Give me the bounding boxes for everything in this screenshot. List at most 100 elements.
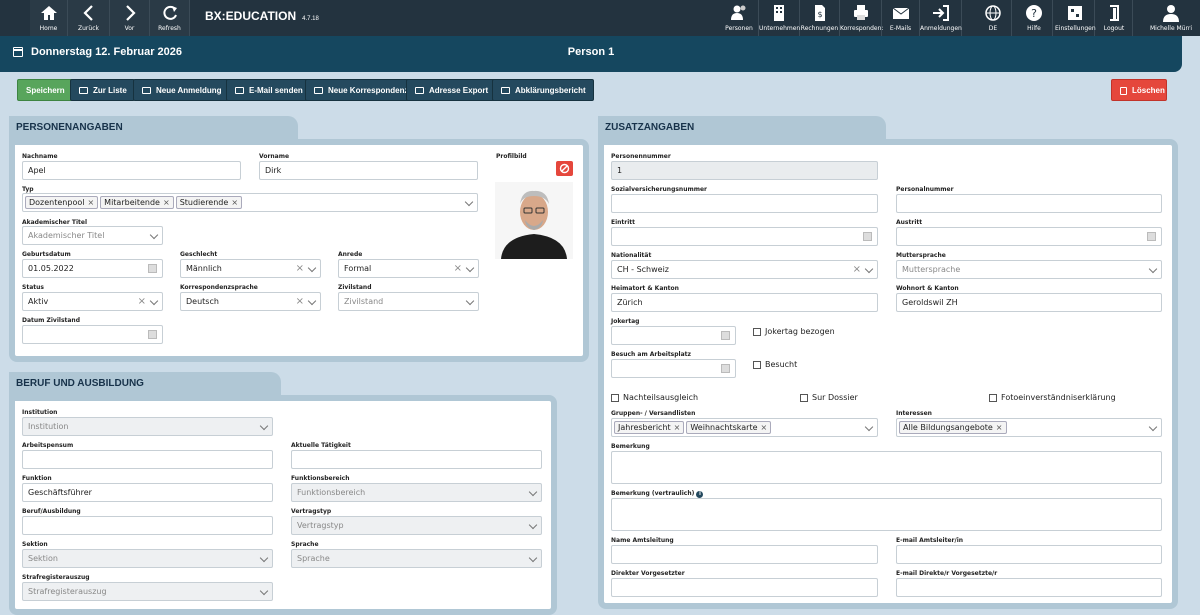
criminal-record-select[interactable]: Strafregisterauszug [22, 582, 273, 601]
remove-tag-icon[interactable]: × [231, 198, 238, 207]
mother-tongue-select[interactable]: Muttersprache [896, 260, 1162, 279]
remove-tag-icon[interactable]: × [761, 423, 768, 432]
supervisor-email-input[interactable] [896, 578, 1162, 597]
export-icon [415, 87, 424, 94]
delete-button[interactable]: Löschen [1111, 79, 1167, 101]
visited-checkbox[interactable] [753, 361, 761, 369]
nav-personen[interactable]: Personen [720, 0, 759, 36]
exit-date-input[interactable] [896, 227, 1162, 246]
nav-rechnungen[interactable]: $ Rechnungen [800, 0, 840, 36]
refresh-button[interactable]: Refresh [150, 0, 190, 36]
clear-icon[interactable]: × [853, 261, 861, 278]
institution-label: Institution [22, 409, 58, 416]
photo-consent-checkbox[interactable] [989, 394, 997, 402]
remove-tag-icon[interactable]: × [87, 198, 94, 207]
sur-dossier-checkbox[interactable] [800, 394, 808, 402]
help-button[interactable]: ? Hilfe [1016, 0, 1053, 36]
joker-taken-checkbox[interactable] [753, 328, 761, 336]
new-correspondence-button[interactable]: Neue Korrespondenz [305, 79, 417, 101]
user-menu[interactable]: Michelle Mürri [1142, 0, 1200, 36]
confidential-remark-textarea[interactable] [611, 498, 1162, 531]
clear-icon[interactable]: × [296, 260, 304, 277]
top-navigation-bar: Home Zurück Vor Refresh BX:EDUCATION 4.7.… [0, 0, 1200, 36]
remove-tag-icon[interactable]: × [996, 423, 1003, 432]
hometown-input[interactable]: Zürich [611, 293, 878, 312]
language-select[interactable]: Sprache [291, 549, 542, 568]
head-name-input[interactable] [611, 545, 878, 564]
info-icon[interactable]: i [696, 491, 704, 498]
svg-text:$: $ [817, 10, 822, 19]
export-address-button[interactable]: Adresse Export [406, 79, 497, 101]
home-button[interactable]: Home [30, 0, 68, 36]
logout-button[interactable]: Logout [1096, 0, 1133, 36]
type-select[interactable]: Dozentenpool × Mitarbeitende × Studierende × [22, 193, 478, 212]
calendar-icon[interactable] [148, 330, 157, 339]
forward-button[interactable]: Vor [110, 0, 150, 36]
nav-anmeldungen[interactable]: Anmeldungen [920, 0, 962, 36]
clear-icon[interactable]: × [138, 293, 146, 310]
current-activity-label: Aktuelle Tätigkeit [291, 442, 351, 449]
nationality-label: Nationalität [611, 252, 652, 259]
visited-label: Besucht [765, 360, 798, 369]
remove-tag-icon[interactable]: × [674, 423, 681, 432]
clear-icon[interactable]: × [454, 260, 462, 277]
calendar-icon[interactable] [863, 232, 872, 241]
contract-type-select[interactable]: Vertragstyp [291, 516, 542, 535]
new-registration-button[interactable]: Neue Anmeldung [133, 79, 230, 101]
civil-status-date-input[interactable] [22, 325, 163, 344]
groups-select[interactable]: Jahresbericht × Weihnachtskarte × [611, 418, 878, 437]
calendar-icon[interactable] [721, 364, 730, 373]
salutation-select[interactable]: Formal × [338, 259, 479, 278]
calendar-icon[interactable] [1147, 232, 1156, 241]
nav-unternehmen[interactable]: Unternehmen [759, 0, 800, 36]
academic-title-select[interactable]: Akademischer Titel [22, 226, 163, 245]
function-input[interactable]: Geschäftsführer [22, 483, 273, 502]
head-email-input[interactable] [896, 545, 1162, 564]
residence-input[interactable]: Geroldswil ZH [896, 293, 1162, 312]
chevron-down-icon [528, 487, 538, 497]
interests-select[interactable]: Alle Bildungsangebote × [896, 418, 1162, 437]
clarification-report-button[interactable]: Abklärungsbericht [492, 79, 594, 101]
joker-day-label: Jokertag [611, 318, 640, 325]
civil-status-label: Zivilstand [338, 284, 372, 291]
firstname-input[interactable]: Dirk [259, 161, 478, 180]
section-select[interactable]: Sektion [22, 549, 273, 568]
status-select[interactable]: Aktiv × [22, 292, 163, 311]
lastname-input[interactable]: Apel [22, 161, 241, 180]
staff-number-input[interactable] [896, 194, 1162, 213]
nav-emails[interactable]: E-Mails [882, 0, 920, 36]
civil-status-select[interactable]: Zivilstand [338, 292, 479, 311]
workload-input[interactable] [22, 450, 273, 469]
disadvantage-checkbox[interactable] [611, 394, 619, 402]
send-email-button[interactable]: E-Mail senden [226, 79, 311, 101]
function-area-select[interactable]: Funktionsbereich [291, 483, 542, 502]
clear-icon[interactable]: × [296, 293, 304, 310]
back-button[interactable]: Zurück [68, 0, 110, 36]
remark-textarea[interactable] [611, 451, 1162, 484]
type-tag: Studierende × [175, 196, 243, 209]
workplace-visit-input[interactable] [611, 359, 736, 378]
remove-tag-icon[interactable]: × [163, 198, 170, 207]
current-activity-input[interactable] [291, 450, 542, 469]
correspondence-language-select[interactable]: Deutsch × [180, 292, 321, 311]
save-button[interactable]: Speichern [17, 79, 73, 101]
entry-date-input[interactable] [611, 227, 878, 246]
nationality-select[interactable]: CH - Schweiz × [611, 260, 878, 279]
person-number-input[interactable]: 1 [611, 161, 878, 180]
nav-korrespondenz[interactable]: Korresponden: [840, 0, 883, 36]
gender-select[interactable]: Männlich × [180, 259, 321, 278]
supervisor-input[interactable] [611, 578, 878, 597]
to-list-button[interactable]: Zur Liste [70, 79, 135, 101]
calendar-icon[interactable] [721, 331, 730, 340]
profession-input[interactable] [22, 516, 273, 535]
birthdate-input[interactable]: 01.05.2022 [22, 259, 163, 278]
ssn-input[interactable] [611, 194, 878, 213]
remove-picture-button[interactable] [556, 161, 573, 176]
language-button[interactable]: DE [975, 0, 1012, 36]
joker-day-input[interactable] [611, 326, 736, 345]
settings-button[interactable]: Einstellungen [1055, 0, 1096, 36]
calendar-icon[interactable] [148, 264, 157, 273]
institution-select[interactable]: Institution [22, 417, 273, 436]
sur-dossier-label: Sur Dossier [812, 393, 858, 402]
confidential-remark-label: Bemerkung (vertraulich) i [611, 490, 704, 498]
